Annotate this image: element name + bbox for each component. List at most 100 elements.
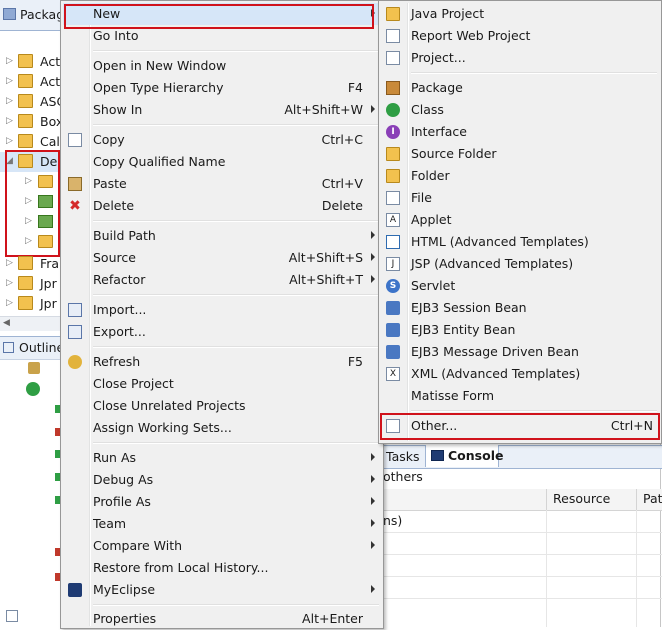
menu-item-label: Package [411,80,463,95]
tree-item-project[interactable]: ▷ Jpr [0,274,62,294]
menu-item-project[interactable]: Project... [381,47,659,69]
menu-item-team[interactable]: Team [63,513,381,535]
project-folder-icon [18,276,33,290]
menu-item-label: Go Into [93,28,139,43]
menu-item-file[interactable]: File [381,187,659,209]
expand-arrow-icon[interactable]: ▷ [6,116,13,126]
tree-item-project[interactable]: ▷ Fra [0,254,62,274]
grid-line [383,532,662,533]
menu-item-label: Source [93,250,136,265]
menu-item-delete[interactable]: ✖ Delete Delete [63,195,381,217]
scroll-left-arrow-icon[interactable]: ◀ [3,318,10,328]
tree-item-project[interactable]: ▷ Jpr [0,294,62,314]
menu-item-label: Paste [93,176,127,191]
menu-item-interface[interactable]: I Interface [381,121,659,143]
expand-arrow-icon[interactable]: ▷ [6,96,13,106]
column-header-path[interactable]: Pat [643,491,662,506]
menu-item-report-web-project[interactable]: Report Web Project [381,25,659,47]
menu-item-open-new-window[interactable]: Open in New Window [63,55,381,77]
menu-item-ejb3-entity-bean[interactable]: EJB3 Entity Bean [381,319,659,341]
menu-item-applet[interactable]: A Applet [381,209,659,231]
menu-item-java-project[interactable]: Java Project [381,3,659,25]
session-bean-icon [386,301,400,315]
menu-item-servlet[interactable]: S Servlet [381,275,659,297]
menu-item-assign-working-sets[interactable]: Assign Working Sets... [63,417,381,439]
menu-item-ejb3-message-driven-bean[interactable]: EJB3 Message Driven Bean [381,341,659,363]
menu-item-package[interactable]: Package [381,77,659,99]
submenu-arrow-icon [371,541,375,549]
menu-item-matisse-form[interactable]: Matisse Form [381,385,659,407]
menu-item-label: Team [93,516,127,531]
submenu-arrow-icon [371,585,375,593]
outline-tab[interactable]: Outline [0,336,64,360]
submenu-arrow-icon [371,231,375,239]
tasks-tab[interactable]: Tasks [386,449,420,464]
menu-item-folder[interactable]: Folder [381,165,659,187]
column-divider[interactable] [546,489,547,510]
column-divider[interactable] [636,489,637,510]
expand-arrow-icon[interactable]: ▷ [6,278,13,288]
expand-arrow-icon[interactable]: ▷ [6,258,13,268]
menu-item-class[interactable]: Class [381,99,659,121]
menu-item-close-unrelated-projects[interactable]: Close Unrelated Projects [63,395,381,417]
menu-item-source[interactable]: Source Alt+Shift+S [63,247,381,269]
menu-item-copy[interactable]: Copy Ctrl+C [63,129,381,151]
menu-item-compare-with[interactable]: Compare With [63,535,381,557]
expand-arrow-icon[interactable]: ▷ [6,76,13,86]
project-folder-icon [18,94,33,108]
menu-item-jsp[interactable]: J JSP (Advanced Templates) [381,253,659,275]
grid-line [383,598,662,599]
menu-item-xml[interactable]: X XML (Advanced Templates) [381,363,659,385]
grid-line [636,510,637,627]
jsp-file-icon: J [386,257,400,271]
console-tab[interactable]: Console [425,445,503,467]
menu-item-label: Open Type Hierarchy [93,80,224,95]
xml-file-icon: X [386,367,400,381]
menu-separator [411,72,657,74]
tree-item-project[interactable]: ▷ ASC [0,92,65,112]
menu-item-build-path[interactable]: Build Path [63,225,381,247]
report-web-project-icon [386,29,400,43]
column-header-resource[interactable]: Resource [553,491,610,506]
menu-item-html[interactable]: HTML (Advanced Templates) [381,231,659,253]
menu-item-refactor[interactable]: Refactor Alt+Shift+T [63,269,381,291]
menu-item-show-in[interactable]: Show In Alt+Shift+W [63,99,381,121]
servlet-icon: S [386,279,400,293]
menu-item-close-project[interactable]: Close Project [63,373,381,395]
menu-item-debug-as[interactable]: Debug As [63,469,381,491]
horizontal-scrollbar[interactable]: ◀ [0,316,62,331]
menu-item-copy-qualified-name[interactable]: Copy Qualified Name [63,151,381,173]
expand-arrow-icon[interactable]: ▷ [6,298,13,308]
expand-arrow-icon[interactable]: ▷ [6,136,13,146]
menu-item-paste[interactable]: Paste Ctrl+V [63,173,381,195]
menu-item-ejb3-session-bean[interactable]: EJB3 Session Bean [381,297,659,319]
menu-item-open-type-hierarchy[interactable]: Open Type Hierarchy F4 [63,77,381,99]
applet-icon: A [386,213,400,227]
menu-item-myeclipse[interactable]: MyEclipse [63,579,381,601]
menu-item-shortcut: Alt+Shift+S [288,250,363,265]
menu-item-source-folder[interactable]: Source Folder [381,143,659,165]
menu-item-restore-local-history[interactable]: Restore from Local History... [63,557,381,579]
outline-field-icon [28,362,40,374]
menu-item-import[interactable]: Import... [63,299,381,321]
expand-arrow-icon[interactable]: ▷ [6,56,13,66]
menu-item-export[interactable]: Export... [63,321,381,343]
menu-item-label: Interface [411,124,467,139]
menu-item-label: Matisse Form [411,388,494,403]
tree-item-project[interactable]: ▷ Box [0,112,63,132]
menu-item-shortcut: Ctrl+V [321,176,363,191]
menu-item-shortcut: Alt+Enter [302,611,363,626]
menu-item-label: HTML (Advanced Templates) [411,234,589,249]
menu-item-go-into[interactable]: Go Into [63,25,381,47]
menu-separator [93,442,379,444]
menu-item-run-as[interactable]: Run As [63,447,381,469]
tree-item-project[interactable]: ▷ Cal [0,132,62,152]
tree-item-project[interactable]: ▷ Act [0,52,62,72]
menu-item-refresh[interactable]: Refresh F5 [63,351,381,373]
console-icon [431,450,444,461]
outline-method-icon [26,382,40,396]
menu-item-profile-as[interactable]: Profile As [63,491,381,513]
menu-item-shortcut: Alt+Shift+T [289,272,363,287]
package-explorer-tab[interactable]: Packag [0,0,64,31]
tree-item-project[interactable]: ▷ Act [0,72,62,92]
